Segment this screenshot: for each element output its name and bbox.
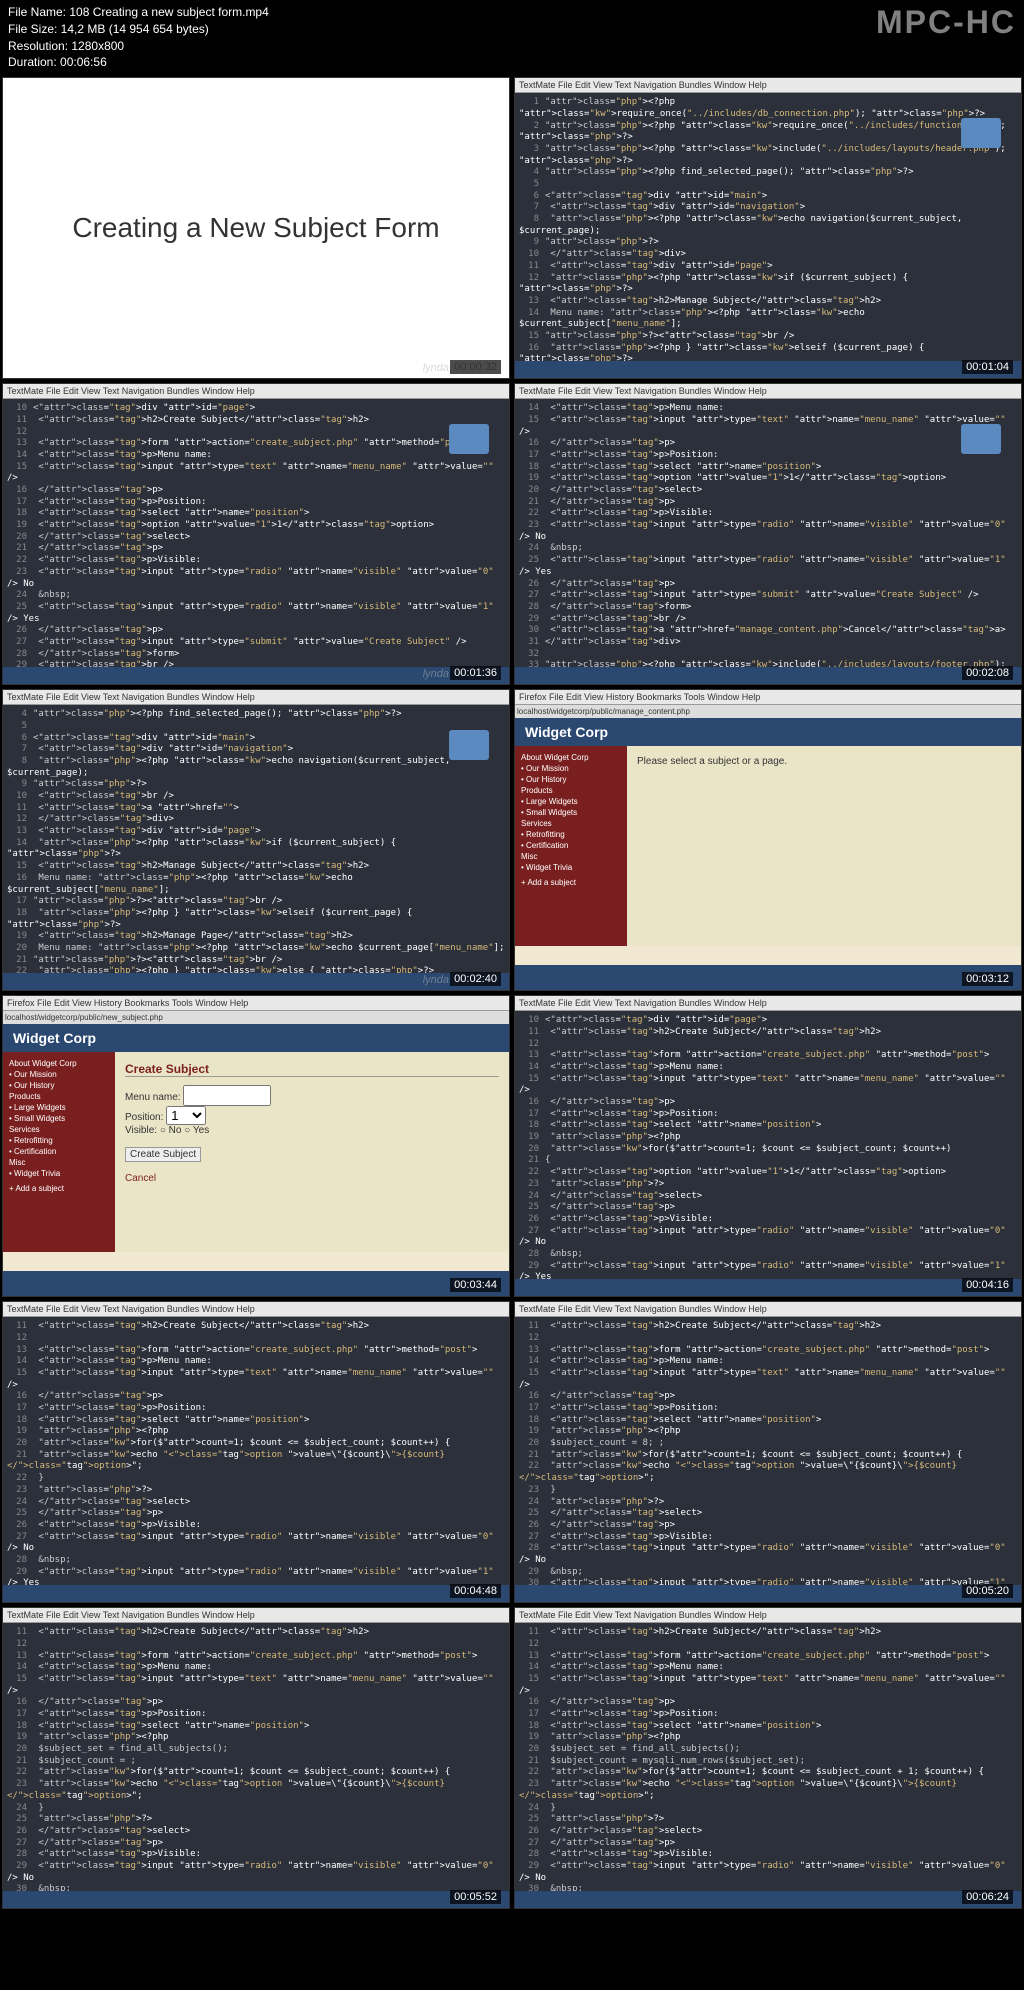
timestamp: 00:05:52 xyxy=(450,1890,501,1904)
thumb-3[interactable]: TextMate File Edit View Text Navigation … xyxy=(2,383,510,685)
folder-icon xyxy=(449,730,489,760)
thumb-4[interactable]: TextMate File Edit View Text Navigation … xyxy=(514,383,1022,685)
site-title: Widget Corp xyxy=(515,718,1021,746)
code-editor: 1"attr">class="php"><?php "attr">class="… xyxy=(515,93,1021,361)
cancel-link[interactable]: Cancel xyxy=(125,1173,499,1184)
timestamp: 00:01:04 xyxy=(962,360,1013,374)
timestamp: 00:00:32 xyxy=(450,360,501,374)
code-editor: 11 <"attr">class="tag">h2>Create Subject… xyxy=(3,1623,509,1891)
thumb-11[interactable]: TextMate File Edit View Text Navigation … xyxy=(2,1607,510,1909)
thumb-2[interactable]: TextMate File Edit View Text Navigation … xyxy=(514,77,1022,379)
sidebar-nav: About Widget Corp• Our Mission• Our Hist… xyxy=(515,746,627,946)
timestamp: 00:04:16 xyxy=(962,1278,1013,1292)
thumb-8[interactable]: TextMate File Edit View Text Navigation … xyxy=(514,995,1022,1297)
lynda-watermark: lynda xyxy=(423,974,449,986)
thumb-12[interactable]: TextMate File Edit View Text Navigation … xyxy=(514,1607,1022,1909)
form-row: Menu name: xyxy=(125,1085,499,1106)
menubar: TextMate File Edit View Text Navigation … xyxy=(3,384,509,399)
timestamp: 00:03:12 xyxy=(962,972,1013,986)
folder-icon xyxy=(449,424,489,454)
browser-window: localhost/widgetcorp/public/new_subject.… xyxy=(3,1011,509,1271)
timestamp: 00:02:08 xyxy=(962,666,1013,680)
timestamp: 00:06:24 xyxy=(962,1890,1013,1904)
form-row: Visible: ○ No ○ Yes xyxy=(125,1125,499,1136)
thumb-5[interactable]: TextMate File Edit View Text Navigation … xyxy=(2,689,510,991)
thumb-1[interactable]: Creating a New Subject Form lynda 00:00:… xyxy=(2,77,510,379)
header: File Name: 108 Creating a new subject fo… xyxy=(0,0,1024,75)
page-heading: Create Subject xyxy=(125,1062,499,1077)
menubar: TextMate File Edit View Text Navigation … xyxy=(515,384,1021,399)
browser-window: localhost/widgetcorp/public/manage_conte… xyxy=(515,705,1021,965)
folder-icon xyxy=(961,118,1001,148)
filesize: File Size: 14,2 MB (14 954 654 bytes) xyxy=(8,21,269,38)
timestamp: 00:05:20 xyxy=(962,1584,1013,1598)
file-metadata: File Name: 108 Creating a new subject fo… xyxy=(8,4,269,71)
thumb-10[interactable]: TextMate File Edit View Text Navigation … xyxy=(514,1301,1022,1603)
code-editor: 14 <"attr">class="tag">p>Menu name:15 <"… xyxy=(515,399,1021,667)
lynda-watermark: lynda xyxy=(423,362,449,374)
menubar: TextMate File Edit View Text Navigation … xyxy=(515,996,1021,1011)
menubar: TextMate File Edit View Text Navigation … xyxy=(515,1302,1021,1317)
menubar: TextMate File Edit View Text Navigation … xyxy=(515,78,1021,93)
code-editor: 4"attr">class="php"><?php find_selected_… xyxy=(3,705,509,973)
url-bar: localhost/widgetcorp/public/manage_conte… xyxy=(515,705,1021,718)
code-editor: 10<"attr">class="tag">div "attr">id="pag… xyxy=(3,399,509,667)
resolution: Resolution: 1280x800 xyxy=(8,38,269,55)
sidebar-nav: About Widget Corp• Our Mission• Our Hist… xyxy=(3,1052,115,1252)
menu-name-input[interactable] xyxy=(183,1085,271,1106)
menubar: TextMate File Edit View Text Navigation … xyxy=(3,1608,509,1623)
thumb-9[interactable]: TextMate File Edit View Text Navigation … xyxy=(2,1301,510,1603)
duration: Duration: 00:06:56 xyxy=(8,54,269,71)
site-title: Widget Corp xyxy=(3,1024,509,1052)
form-row: Position: 1 xyxy=(125,1106,499,1125)
menubar: TextMate File Edit View Text Navigation … xyxy=(515,1608,1021,1623)
code-editor: 11 <"attr">class="tag">h2>Create Subject… xyxy=(515,1317,1021,1585)
menubar: Firefox File Edit View History Bookmarks… xyxy=(3,996,509,1011)
title-text: Creating a New Subject Form xyxy=(72,212,439,244)
main-content: Create Subject Menu name: Position: 1 Vi… xyxy=(115,1052,509,1252)
thumbnail-grid: Creating a New Subject Form lynda 00:00:… xyxy=(0,75,1024,1911)
folder-icon xyxy=(961,424,1001,454)
main-content: Please select a subject or a page. xyxy=(627,746,1021,946)
code-editor: 11 <"attr">class="tag">h2>Create Subject… xyxy=(3,1317,509,1585)
timestamp: 00:02:40 xyxy=(450,972,501,986)
timestamp: 00:01:36 xyxy=(450,666,501,680)
app-logo: MPC-HC xyxy=(876,4,1016,41)
menubar: TextMate File Edit View Text Navigation … xyxy=(3,1302,509,1317)
menubar: Firefox File Edit View History Bookmarks… xyxy=(515,690,1021,705)
filename: File Name: 108 Creating a new subject fo… xyxy=(8,4,269,21)
lynda-watermark: lynda xyxy=(423,668,449,680)
code-editor: 10<"attr">class="tag">div "attr">id="pag… xyxy=(515,1011,1021,1279)
thumb-6[interactable]: Firefox File Edit View History Bookmarks… xyxy=(514,689,1022,991)
url-bar: localhost/widgetcorp/public/new_subject.… xyxy=(3,1011,509,1024)
submit-button[interactable]: Create Subject xyxy=(125,1147,201,1162)
thumb-7[interactable]: Firefox File Edit View History Bookmarks… xyxy=(2,995,510,1297)
timestamp: 00:03:44 xyxy=(450,1278,501,1292)
timestamp: 00:04:48 xyxy=(450,1584,501,1598)
menubar: TextMate File Edit View Text Navigation … xyxy=(3,690,509,705)
code-editor: 11 <"attr">class="tag">h2>Create Subject… xyxy=(515,1623,1021,1891)
position-select[interactable]: 1 xyxy=(166,1106,206,1125)
